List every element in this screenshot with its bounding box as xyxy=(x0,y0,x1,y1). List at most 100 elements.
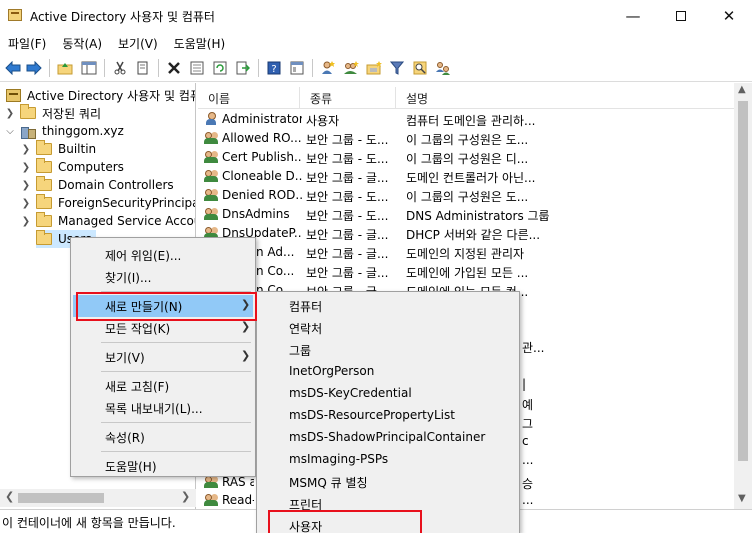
scroll-thumb[interactable] xyxy=(18,493,104,503)
tree-item-computers[interactable]: ❯ Computers xyxy=(20,158,124,176)
cell-name: Cloneable D... xyxy=(222,169,302,183)
cell-name: Allowed RO... xyxy=(222,131,302,145)
submenu-item-msds-keycredential[interactable]: msDS-KeyCredential xyxy=(259,382,517,404)
menu-item-help[interactable]: 도움말(H) xyxy=(73,455,253,477)
menu-view[interactable]: 보기(V) xyxy=(110,32,166,54)
cell-type: 보안 그룹 - 글... xyxy=(306,171,389,185)
delete-icon[interactable] xyxy=(165,59,183,77)
chevron-right-icon[interactable]: ❯ xyxy=(20,198,32,209)
list-item[interactable]: Administrator 사용자 컴퓨터 도메인을 관리하... xyxy=(198,110,742,129)
submenu-item-msmq-queue-alias[interactable]: MSMQ 큐 별칭 xyxy=(259,470,517,492)
minimize-button[interactable]: — xyxy=(610,0,656,32)
tree-item-saved-queries[interactable]: ❯ 저장된 쿼리 xyxy=(4,104,101,122)
find-icon[interactable] xyxy=(411,59,429,77)
submenu-item-msimaging-psps[interactable]: msImaging-PSPs xyxy=(259,448,517,470)
chevron-right-icon[interactable]: ❯ xyxy=(20,144,32,155)
chevron-right-icon[interactable]: ❯ xyxy=(20,180,32,191)
maximize-button[interactable] xyxy=(658,0,704,32)
cell-name: DnsAdmins xyxy=(222,207,290,221)
submenu-item-contact[interactable]: 연락처 xyxy=(259,316,517,338)
list-vertical-scrollbar[interactable]: ▲ ▼ xyxy=(734,83,752,509)
cell-type: 보안 그룹 - 도... xyxy=(306,190,389,204)
title-bar: Active Directory 사용자 및 컴퓨터 — ✕ xyxy=(0,0,752,32)
submenu-item-computer[interactable]: 컴퓨터 xyxy=(259,294,517,316)
cell-type: 보안 그룹 - 도... xyxy=(306,209,389,223)
tree-horizontal-scrollbar[interactable]: ❮ ❯ xyxy=(0,489,196,507)
chevron-down-icon[interactable]: ⌵ xyxy=(4,126,16,137)
list-item[interactable]: DnsAdmins 보안 그룹 - 도... DNS Administrator… xyxy=(198,205,742,224)
scroll-down-icon[interactable]: ▼ xyxy=(738,493,746,504)
menu-separator xyxy=(101,342,251,343)
list-item[interactable]: Allowed RO... 보안 그룹 - 도... 이 그룹의 구성원은 도.… xyxy=(198,129,742,148)
filter-icon[interactable] xyxy=(388,59,406,77)
menu-item-view[interactable]: 보기(V) ❯ xyxy=(73,346,253,368)
list-item[interactable]: Cert Publish... 보안 그룹 - 도... 이 그룹의 구성원은 … xyxy=(198,148,742,167)
column-header-type[interactable]: 종류 xyxy=(300,87,396,109)
list-item[interactable]: DnsUpdateP... 보안 그룹 - 글... DHCP 서버와 같은 다… xyxy=(198,224,742,243)
tree-item-managed-service-accounts[interactable]: ❯ Managed Service Accou xyxy=(20,212,196,230)
submenu-item-msds-resourcepropertylist[interactable]: msDS-ResourcePropertyList xyxy=(259,404,517,426)
cell-name: Read- xyxy=(222,493,254,507)
tree-item-label: Managed Service Accou xyxy=(58,214,196,228)
folder-icon xyxy=(36,158,52,173)
tree-item-domain[interactable]: ⌵ thinggom.xyz xyxy=(4,122,124,140)
submenu-item-inetorgperson[interactable]: InetOrgPerson xyxy=(259,360,517,382)
tree-item-builtin[interactable]: ❯ Builtin xyxy=(20,140,96,158)
menu-item-properties[interactable]: 속성(R) xyxy=(73,426,253,448)
list-item[interactable]: Cloneable D... 보안 그룹 - 글... 도메인 컨트롤러가 아닌… xyxy=(198,167,742,186)
submenu-item-label: 그룹 xyxy=(289,344,312,358)
submenu-item-msds-shadowprincipalcontainer[interactable]: msDS-ShadowPrincipalContainer xyxy=(259,426,517,448)
scroll-right-icon[interactable]: ❯ xyxy=(181,490,190,503)
menu-item-label: 모든 작업(K) xyxy=(105,322,171,336)
list-item[interactable]: Denied ROD... 보안 그룹 - 도... 이 그룹의 구성원은 도.… xyxy=(198,186,742,205)
list-item[interactable]: n Co... 보안 그룹 - 글... 도메인에 가입된 모든 ... xyxy=(198,262,742,281)
new-user-icon[interactable] xyxy=(319,59,337,77)
export-icon[interactable] xyxy=(234,59,252,77)
tree-item-label: thinggom.xyz xyxy=(42,124,124,138)
cut-icon[interactable] xyxy=(111,59,129,77)
menu-item-find[interactable]: 찾기(I)... xyxy=(73,266,253,288)
group-icon xyxy=(204,475,218,489)
chevron-right-icon[interactable]: ❯ xyxy=(20,162,32,173)
tree-item-label: 저장된 쿼리 xyxy=(42,106,102,121)
folder-icon xyxy=(36,176,52,191)
show-hide-tree-icon[interactable] xyxy=(80,59,98,77)
properties-icon[interactable] xyxy=(188,59,206,77)
cell-name: RAS a xyxy=(222,475,254,489)
cell-desc-fragment: ... xyxy=(522,453,534,467)
console-view-icon[interactable] xyxy=(288,59,306,77)
list-item[interactable]: n Ad... 보안 그룹 - 글... 도메인의 지정된 관리자 xyxy=(198,243,742,262)
cell-desc: 도메인에 가입된 모든 ... xyxy=(406,266,529,280)
close-button[interactable]: ✕ xyxy=(706,0,752,32)
new-group-icon[interactable] xyxy=(342,59,360,77)
submenu-item-group[interactable]: 그룹 xyxy=(259,338,517,360)
menu-separator xyxy=(101,422,251,423)
scroll-up-icon[interactable]: ▲ xyxy=(738,84,746,95)
scroll-thumb[interactable] xyxy=(738,101,748,461)
tree-item-domain-controllers[interactable]: ❯ Domain Controllers xyxy=(20,176,174,194)
column-header-name[interactable]: 이름 xyxy=(198,87,300,109)
menu-item-refresh[interactable]: 새로 고침(F) xyxy=(73,375,253,397)
menu-item-export-list[interactable]: 목록 내보내기(L)... xyxy=(73,397,253,419)
cell-desc: 이 그룹의 구성원은 도... xyxy=(406,190,529,204)
up-folder-icon[interactable] xyxy=(56,59,74,77)
forward-icon[interactable] xyxy=(25,59,43,77)
add-to-group-icon[interactable] xyxy=(434,59,452,77)
tree-root[interactable]: Active Directory 사용자 및 컴퓨터 xyxy=(6,86,195,104)
column-header-description[interactable]: 설명 xyxy=(396,87,742,109)
refresh-icon[interactable] xyxy=(211,59,229,77)
menu-item-label: 보기(V) xyxy=(105,351,145,365)
chevron-right-icon[interactable]: ❯ xyxy=(20,216,32,227)
scroll-left-icon[interactable]: ❮ xyxy=(5,490,14,503)
back-icon[interactable] xyxy=(4,59,22,77)
menu-action[interactable]: 동작(A) xyxy=(54,32,110,54)
help-icon[interactable]: ? xyxy=(265,59,283,77)
close-icon: ✕ xyxy=(722,7,736,25)
menu-item-delegate-control[interactable]: 제어 위임(E)... xyxy=(73,244,253,266)
chevron-right-icon[interactable]: ❯ xyxy=(4,108,16,119)
copy-icon[interactable] xyxy=(134,59,152,77)
menu-file[interactable]: 파일(F) xyxy=(0,32,54,54)
tree-item-foreign-security-principals[interactable]: ❯ ForeignSecurityPrincipal xyxy=(20,194,195,212)
menu-help[interactable]: 도움말(H) xyxy=(166,32,234,54)
new-ou-icon[interactable] xyxy=(365,59,383,77)
